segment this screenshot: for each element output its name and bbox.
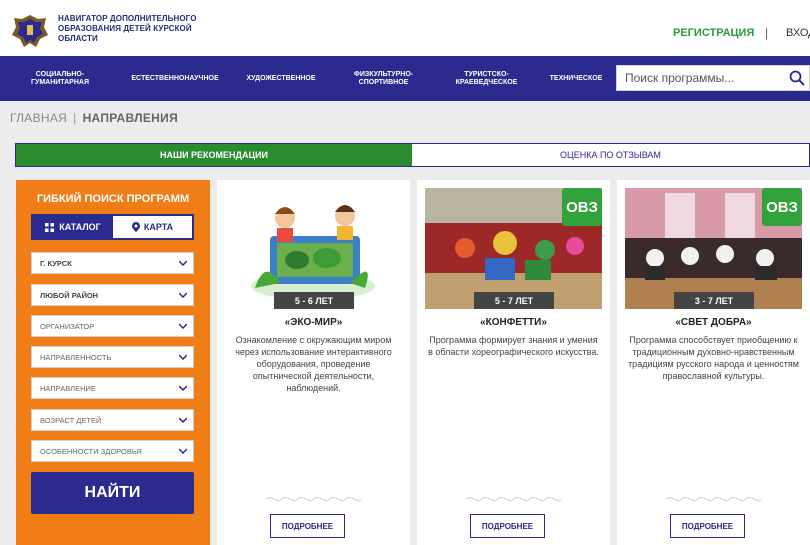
chevron-down-icon: [179, 292, 187, 298]
orientation-select-value: НАПРАВЛЕННОСТЬ: [40, 352, 112, 362]
brand-title[interactable]: НАВИГАТОР ДОПОЛНИТЕЛЬНОГО ОБРАЗОВАНИЯ ДЕ…: [58, 14, 228, 44]
breadcrumb-current: НАПРАВЛЕНИЯ: [82, 111, 178, 125]
recommendation-toggle: НАШИ РЕКОМЕНДАЦИИ ОЦЕНКА ПО ОТЗЫВАМ: [15, 143, 810, 167]
chevron-down-icon: [179, 417, 187, 423]
filter-title: ГИБКИЙ ПОИСК ПРОГРАММ: [36, 193, 190, 205]
search-box: [616, 65, 810, 91]
health-features-select[interactable]: ОСОБЕННОСТИ ЗДОРОВЬЯ: [31, 440, 194, 462]
tab-our-recommendations[interactable]: НАШИ РЕКОМЕНДАЦИИ: [16, 144, 412, 166]
region-emblem-logo[interactable]: [10, 13, 50, 49]
ovz-badge: ОВЗ: [762, 188, 802, 226]
chevron-down-icon: [179, 323, 187, 329]
direction-select-value: НАПРАВЛЕНИЕ: [40, 383, 96, 393]
program-image[interactable]: ОВЗ: [625, 188, 802, 309]
details-button[interactable]: ПОДРОБНЕЕ: [470, 514, 545, 538]
login-link[interactable]: ВХОД: [786, 27, 810, 39]
direction-select[interactable]: НАПРАВЛЕНИЕ: [31, 377, 194, 399]
tab-catalog-label: КАТАЛОГ: [59, 222, 101, 232]
health-features-select-value: ОСОБЕННОСТИ ЗДОРОВЬЯ: [40, 446, 142, 456]
nav-item-natural-science[interactable]: ЕСТЕСТВЕННОНАУЧНОЕ: [120, 56, 230, 101]
program-card: ОВЗ 5 - 7 ЛЕТ «КОНФЕТТИ» Программа форми…: [417, 180, 610, 545]
age-badge: 3 - 7 ЛЕТ: [674, 292, 754, 309]
organizer-select-value: ОРГАНИЗАТОР: [40, 321, 95, 331]
chevron-down-icon: [179, 260, 187, 266]
breadcrumb-home[interactable]: ГЛАВНАЯ: [10, 111, 67, 125]
program-card: 5 - 6 ЛЕТ «ЭКО-МИР» Ознакомление с окруж…: [217, 180, 410, 545]
category-nav: СОЦИАЛЬНО- ГУМАНИТАРНАЯ ЕСТЕСТВЕННОНАУЧН…: [0, 56, 810, 101]
program-image[interactable]: [225, 188, 402, 309]
tab-rating-by-reviews[interactable]: ОЦЕНКА ПО ОТЗЫВАМ: [412, 144, 809, 166]
program-description: Программа формирует знания и умения в об…: [428, 335, 599, 357]
wave-divider: [666, 497, 761, 501]
page: НАВИГАТОР ДОПОЛНИТЕЛЬНОГО ОБРАЗОВАНИЯ ДЕ…: [0, 0, 810, 545]
program-title[interactable]: «КОНФЕТТИ»: [417, 317, 610, 328]
register-link[interactable]: РЕГИСТРАЦИЯ: [673, 27, 754, 39]
city-select[interactable]: Г. КУРСК: [31, 252, 194, 274]
map-pin-icon: [131, 222, 140, 232]
nav-item-technical[interactable]: ТЕХНИЧЕСКОЕ: [538, 56, 614, 101]
chevron-down-icon: [179, 385, 187, 391]
organizer-select[interactable]: ОРГАНИЗАТОР: [31, 315, 194, 337]
brand-line-2: ОБРАЗОВАНИЯ ДЕТЕЙ КУРСКОЙ: [58, 24, 192, 33]
program-description: Ознакомление с окружающим миром через ис…: [235, 335, 392, 393]
details-button[interactable]: ПОДРОБНЕЕ: [670, 514, 745, 538]
tab-map-label: КАРТА: [143, 222, 174, 232]
brand-line-3: ОБЛАСТИ: [58, 34, 98, 43]
age-select[interactable]: ВОЗРАСТ ДЕТЕЙ: [31, 409, 194, 431]
tab-catalog[interactable]: КАТАЛОГ: [33, 216, 113, 238]
program-description: Программа способствует приобщению к трад…: [628, 335, 799, 381]
nav-item-sport[interactable]: ФИЗКУЛЬТУРНО- СПОРТИВНОЕ: [332, 56, 435, 101]
find-button[interactable]: НАЙТИ: [31, 472, 194, 514]
ovz-badge: ОВЗ: [562, 188, 602, 226]
orientation-select[interactable]: НАПРАВЛЕННОСТЬ: [31, 346, 194, 368]
header-separator: |: [765, 26, 769, 40]
search-icon[interactable]: [789, 70, 805, 86]
details-button[interactable]: ПОДРОБНЕЕ: [270, 514, 345, 538]
program-image[interactable]: ОВЗ: [425, 188, 602, 309]
filter-panel: ГИБКИЙ ПОИСК ПРОГРАММ КАТАЛОГ КАРТА Г. К…: [16, 180, 210, 545]
city-select-value: Г. КУРСК: [40, 258, 72, 268]
district-select[interactable]: ЛЮБОЙ РАЙОН: [31, 284, 194, 306]
program-title[interactable]: «ЭКО-МИР»: [217, 317, 410, 328]
wave-divider: [466, 497, 561, 501]
tab-map[interactable]: КАРТА: [113, 216, 192, 238]
breadcrumb: ГЛАВНАЯ | НАПРАВЛЕНИЯ: [10, 111, 178, 125]
chevron-down-icon: [179, 448, 187, 454]
program-title[interactable]: «СВЕТ ДОБРА»: [617, 317, 810, 328]
district-select-value: ЛЮБОЙ РАЙОН: [40, 290, 99, 300]
nav-item-social[interactable]: СОЦИАЛЬНО- ГУМАНИТАРНАЯ: [0, 56, 120, 101]
age-badge: 5 - 6 ЛЕТ: [274, 292, 354, 309]
breadcrumb-separator: |: [73, 111, 77, 125]
view-tabs: КАТАЛОГ КАРТА: [31, 214, 194, 240]
grid-icon: [45, 222, 55, 232]
nav-item-tourism[interactable]: ТУРИСТСКО- КРАЕВЕДЧЕСКОЕ: [435, 56, 538, 101]
program-card: ОВЗ 3 - 7 ЛЕТ «СВЕТ ДОБРА» Программа спо…: [617, 180, 810, 545]
search-input[interactable]: [617, 66, 787, 90]
nav-item-art[interactable]: ХУДОЖЕСТВЕННОЕ: [230, 56, 332, 101]
age-select-value: ВОЗРАСТ ДЕТЕЙ: [40, 415, 102, 425]
eco-world-illustration: [225, 188, 402, 309]
age-badge: 5 - 7 ЛЕТ: [474, 292, 554, 309]
chevron-down-icon: [179, 354, 187, 360]
wave-divider: [266, 497, 361, 501]
site-header: НАВИГАТОР ДОПОЛНИТЕЛЬНОГО ОБРАЗОВАНИЯ ДЕ…: [0, 0, 810, 56]
brand-line-1: НАВИГАТОР ДОПОЛНИТЕЛЬНОГО: [58, 14, 197, 23]
